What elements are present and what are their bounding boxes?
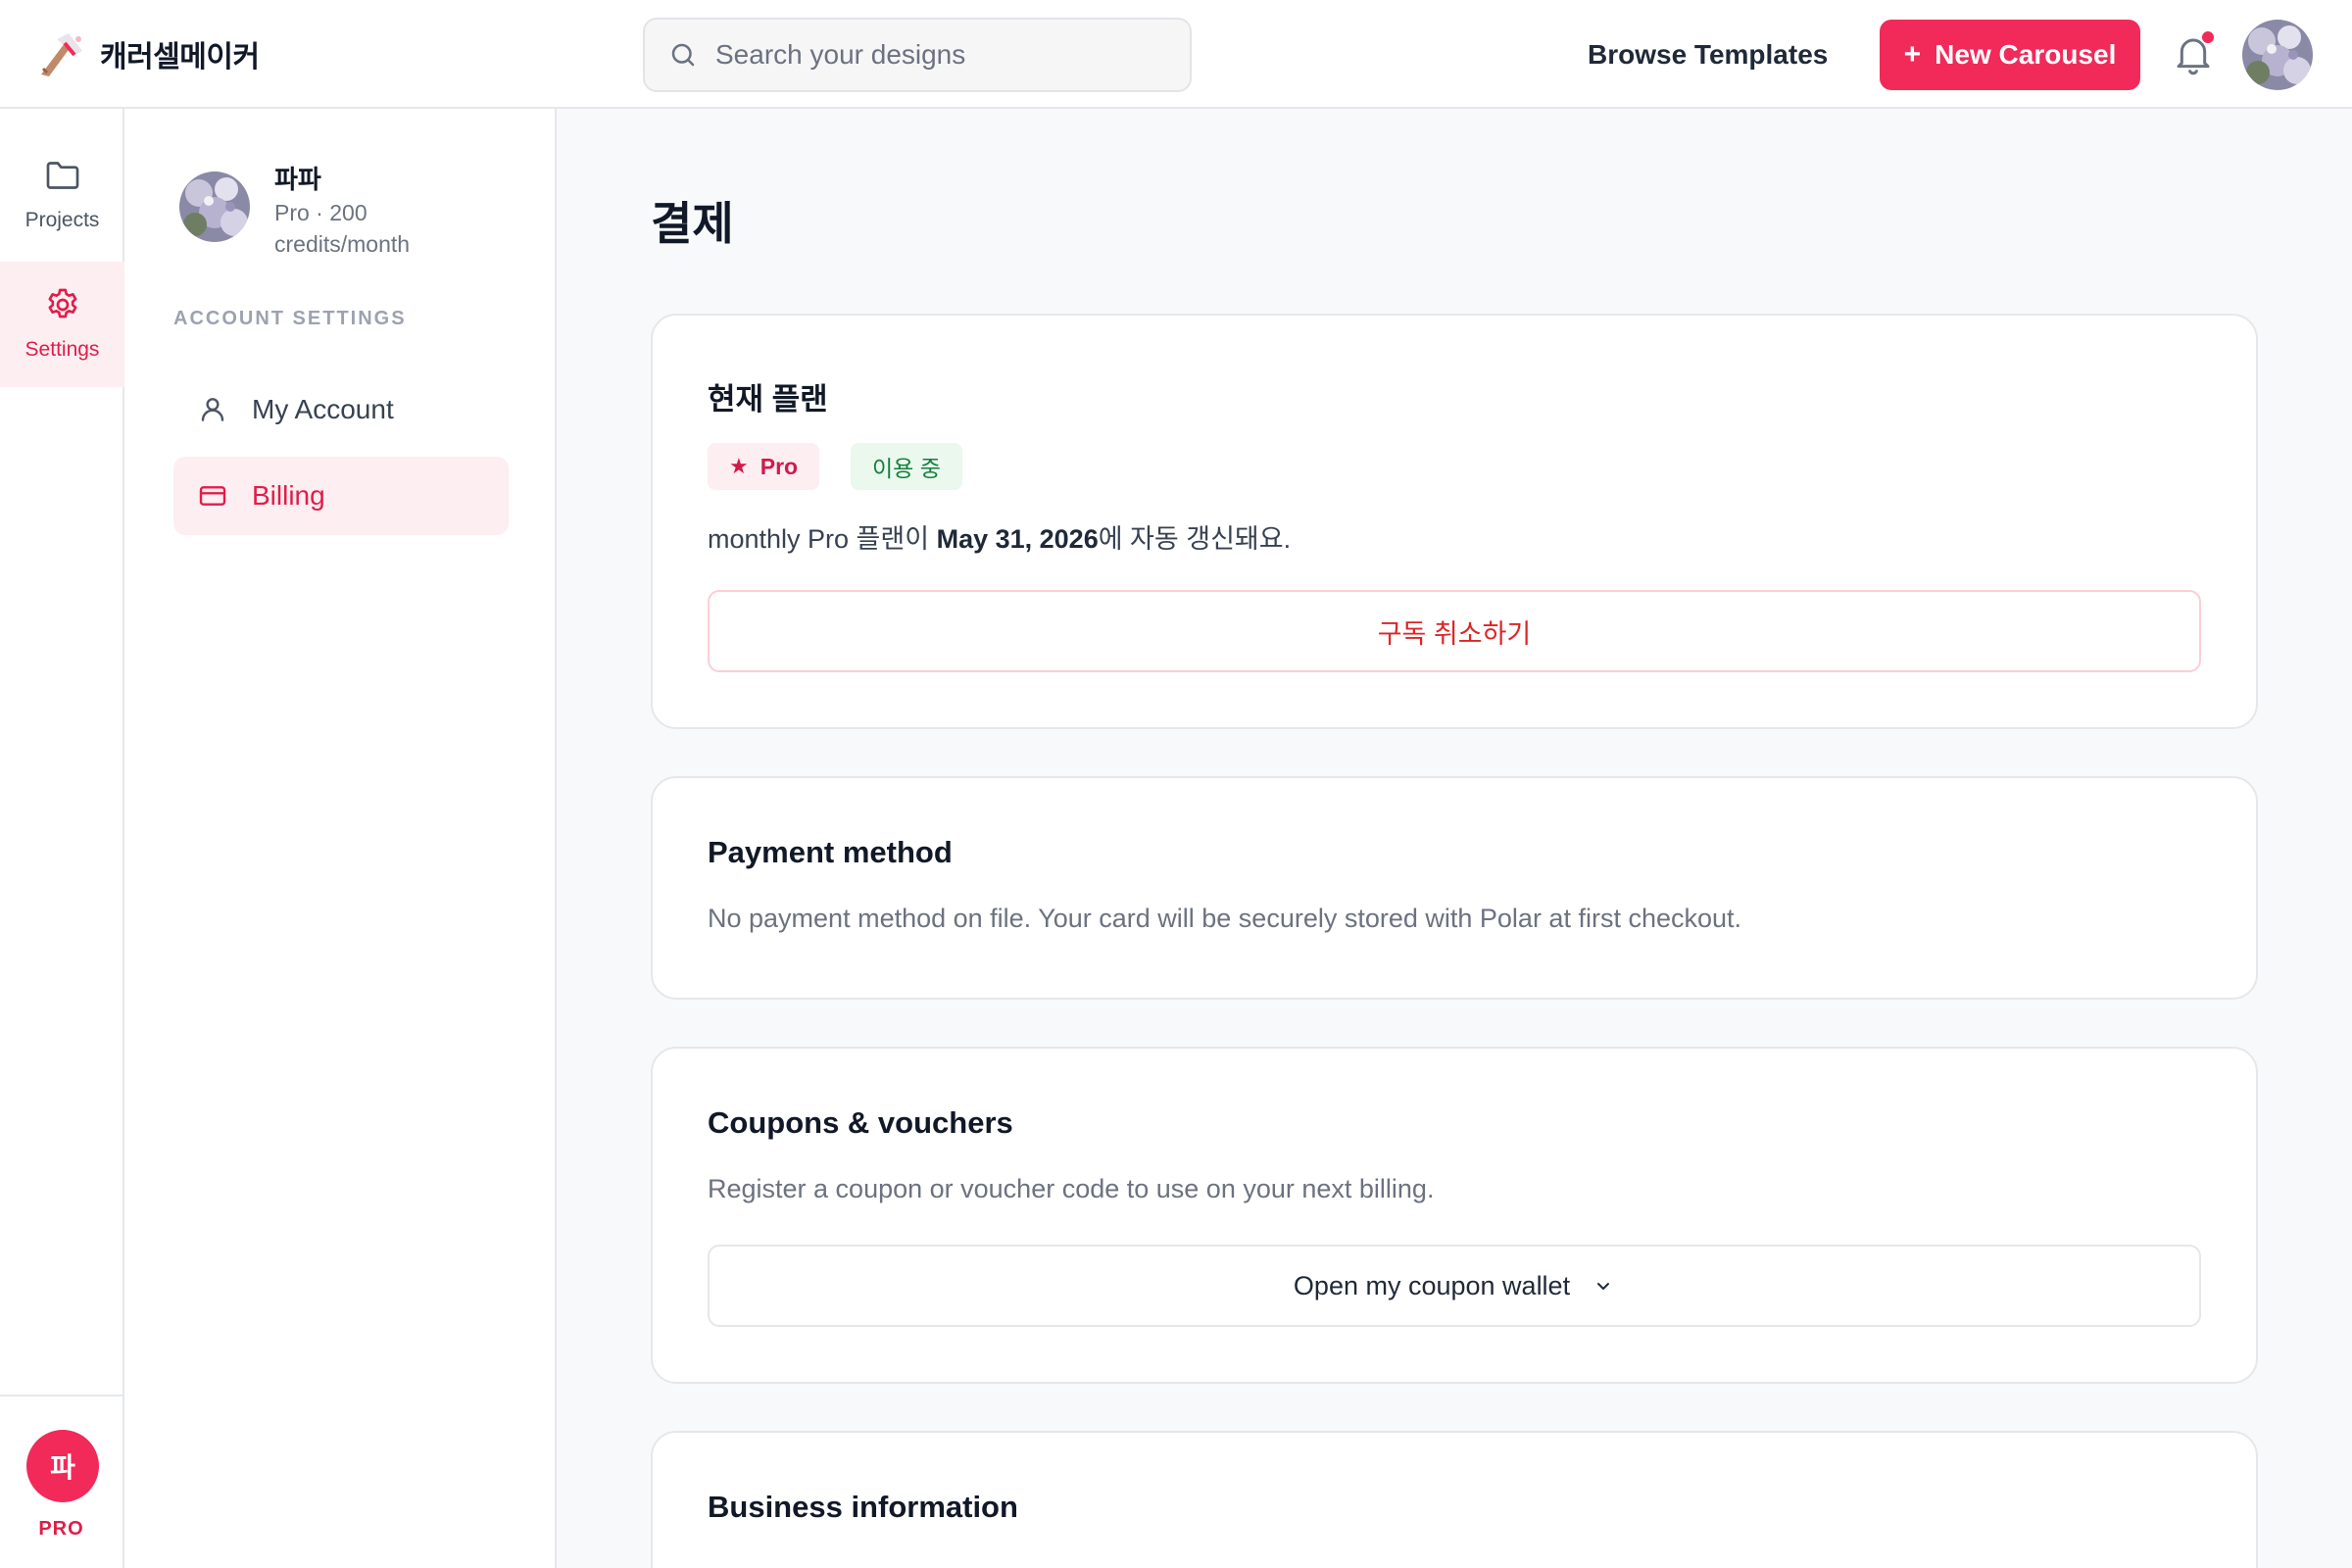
search-bar[interactable] — [643, 18, 1192, 92]
rail-item-settings[interactable]: Settings — [0, 262, 124, 387]
coupon-wallet-label: Open my coupon wallet — [1293, 1270, 1571, 1300]
renewal-date: May 31, 2026 — [936, 524, 1099, 554]
payment-method-card: Payment method No payment method on file… — [651, 776, 2258, 1000]
plan-badge-label: Pro — [760, 453, 799, 479]
avatar-image — [2242, 20, 2313, 90]
card-title: Business information — [708, 1490, 1018, 1524]
sidebar-item-my-account[interactable]: My Account — [173, 370, 509, 449]
app-name: 캐러셀메이커 — [100, 41, 260, 74]
current-plan-card: 현재 플랜 ★ Pro 이용 중 monthly Pro 플랜이 May 31,… — [651, 314, 2258, 729]
sidebar-item-label: My Account — [252, 394, 394, 424]
star-icon: ★ — [729, 454, 749, 478]
top-bar: 캐러셀메이커 Browse Templates + New Carousel — [0, 0, 2352, 109]
new-carousel-label: New Carousel — [1935, 39, 2117, 70]
payment-method-description: No payment method on file. Your card wil… — [708, 904, 1742, 933]
search-icon — [671, 43, 695, 67]
coupons-card: Coupons & vouchers Register a coupon or … — [651, 1047, 2258, 1384]
pro-badge: PRO — [38, 1518, 84, 1540]
coupons-description: Register a coupon or voucher code to use… — [708, 1174, 1435, 1203]
browse-templates-link[interactable]: Browse Templates — [1588, 33, 1828, 76]
chevron-down-icon — [1597, 1283, 1610, 1290]
rail-item-projects[interactable]: Projects — [0, 109, 124, 234]
page-title: 결제 — [651, 198, 734, 249]
card-title: Payment method — [708, 835, 953, 869]
sidebar-item-billing[interactable]: Billing — [173, 457, 509, 535]
rail-label-projects: Projects — [24, 209, 100, 231]
plan-badge: ★ Pro — [708, 443, 820, 490]
renewal-text: monthly Pro 플랜이 May 31, 2026에 자동 갱신돼요. — [708, 524, 1292, 554]
settings-sidebar: 파파 Pro · 200 credits/month ACCOUNT SETTI… — [124, 109, 557, 1568]
new-carousel-button[interactable]: + New Carousel — [1880, 20, 2140, 90]
section-title-account-settings: ACCOUNT SETTINGS — [173, 308, 407, 329]
business-information-card: Business information — [651, 1431, 2258, 1568]
cancel-subscription-button[interactable]: 구독 취소하기 — [708, 590, 2201, 672]
rail-user-avatar[interactable]: 파 — [26, 1430, 99, 1502]
gear-icon — [48, 288, 76, 318]
plus-icon: + — [1903, 38, 1922, 71]
folder-icon — [46, 162, 78, 189]
search-input[interactable] — [715, 39, 1166, 71]
card-title: Coupons & vouchers — [708, 1105, 1013, 1140]
icon-rail: Projects Settings 파 PRO — [0, 109, 124, 1568]
profile-plan: Pro · 200 credits/month — [274, 200, 411, 257]
notification-dot — [2200, 29, 2216, 45]
app-logo[interactable]: 캐러셀메이커 — [35, 29, 260, 78]
profile-name: 파파 — [274, 165, 321, 194]
avatar-image — [179, 172, 250, 242]
logo-icon — [41, 33, 82, 76]
rail-divider — [0, 1395, 122, 1396]
profile-avatar — [179, 172, 250, 242]
card-title: 현재 플랜 — [708, 382, 828, 416]
credit-card-icon — [199, 486, 226, 506]
status-badge: 이용 중 — [851, 443, 962, 490]
user-avatar[interactable] — [2242, 20, 2313, 90]
open-coupon-wallet-button[interactable]: Open my coupon wallet — [708, 1245, 2201, 1327]
user-icon — [201, 398, 224, 421]
rail-label-settings: Settings — [24, 338, 100, 361]
sidebar-item-label: Billing — [252, 480, 325, 511]
